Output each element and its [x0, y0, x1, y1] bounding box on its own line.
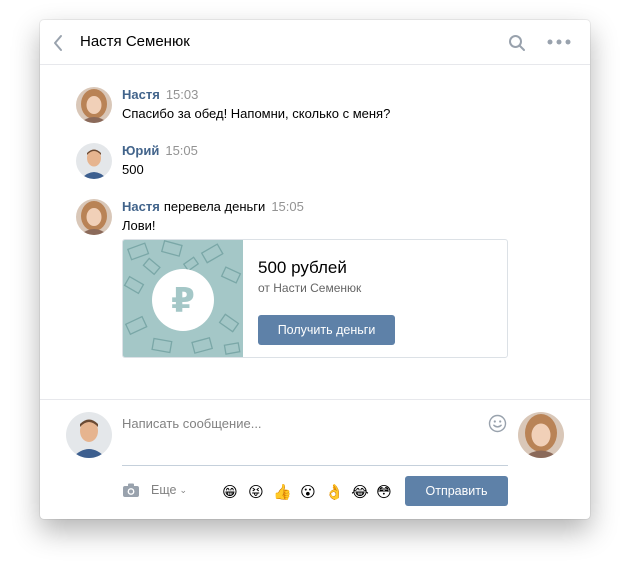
receive-money-button[interactable]: Получить деньги [258, 315, 395, 345]
chat-window: Настя Семенюк Настя 15:03 Спасибо за обед… [40, 20, 590, 519]
message-time: 15:03 [165, 87, 199, 102]
banknotes-pattern-image: ₽ [123, 240, 243, 357]
emoji-tongue-icon[interactable]: 😝 [247, 483, 265, 501]
ruble-sign-icon: ₽ [171, 281, 195, 321]
chevron-down-icon: ⌄ [179, 485, 187, 495]
avatar-yuri[interactable] [76, 143, 112, 179]
message-author[interactable]: Настя [122, 87, 160, 102]
emoji-ok-hand-icon[interactable]: 👌 [325, 483, 344, 501]
more-options-icon[interactable] [546, 36, 572, 48]
camera-icon[interactable] [122, 482, 140, 498]
send-button[interactable]: Отправить [405, 476, 508, 506]
smile-icon[interactable] [488, 414, 507, 433]
transfer-sender: от Насти Семенюк [258, 281, 362, 295]
my-avatar[interactable] [66, 412, 112, 458]
emoji-laughing-icon[interactable]: 😂 [351, 483, 369, 501]
message-time: 15:05 [165, 143, 198, 158]
recipient-avatar[interactable] [518, 412, 564, 458]
avatar-nastya[interactable] [76, 199, 112, 235]
message-input[interactable] [122, 412, 482, 434]
chat-header: Настя Семенюк [40, 20, 590, 65]
back-arrow-icon[interactable] [52, 33, 64, 53]
message-author[interactable]: Юрий [122, 143, 159, 158]
transfer-amount: 500 рублей [258, 258, 347, 277]
message-text: 500 [122, 162, 144, 177]
emoji-surprised-icon[interactable]: 😮 [299, 483, 317, 501]
message-text: Лови! [122, 218, 156, 233]
avatar-nastya[interactable] [76, 87, 112, 123]
emoji-grin-icon[interactable]: 😁 [221, 483, 239, 501]
emoji-thumbs-up-icon[interactable]: 👍 [273, 483, 292, 501]
divider [40, 399, 590, 400]
more-attachments-button[interactable]: Еще ⌄ [151, 483, 187, 497]
more-attachments-label: Еще [151, 483, 177, 497]
chat-title: Настя Семенюк [80, 33, 190, 50]
message-author[interactable]: Настя [122, 199, 160, 214]
message-text: Спасибо за обед! Напомни, сколько с меня… [122, 106, 391, 121]
search-icon[interactable] [508, 34, 526, 52]
message-action: перевела деньги [163, 199, 266, 214]
emoji-flushed-icon[interactable]: 😳 [375, 483, 393, 501]
message-time: 15:05 [271, 199, 304, 214]
money-transfer-card[interactable]: ₽ 500 рублей от Насти Семенюк Получить д… [122, 239, 508, 358]
input-underline [122, 465, 508, 466]
